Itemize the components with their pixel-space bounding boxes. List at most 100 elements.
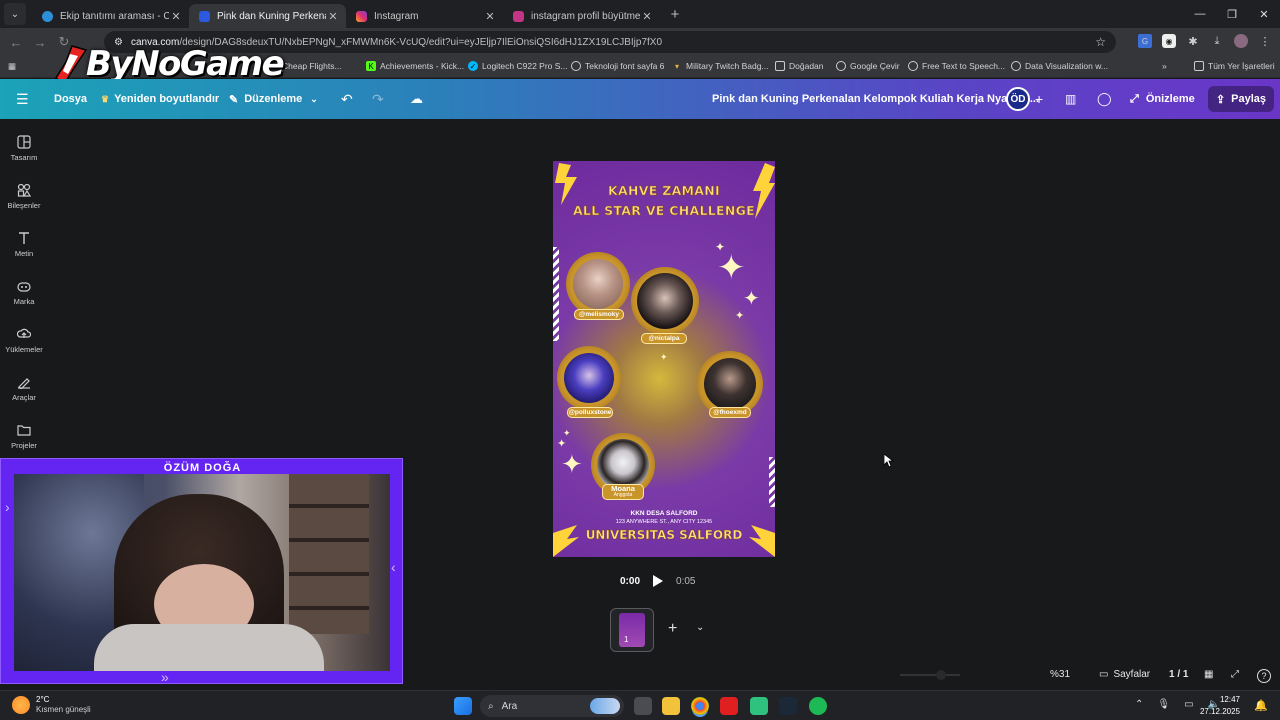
- download-icon[interactable]: ⤓: [1210, 34, 1224, 48]
- sidebar-item-text[interactable]: Metin: [0, 231, 48, 258]
- sidebar-item-projects[interactable]: Projeler: [0, 423, 48, 450]
- new-tab-button[interactable]: +: [664, 6, 686, 23]
- help-icon[interactable]: ?: [1257, 669, 1271, 683]
- bookmark-label: Doğadan: [789, 61, 824, 71]
- profile-avatar-icon[interactable]: [1234, 34, 1248, 48]
- close-tab-icon[interactable]: ✕: [169, 10, 183, 23]
- comment-icon[interactable]: ◯: [1097, 79, 1112, 119]
- streamer-name: ÖZÜM DOĞA: [163, 462, 242, 474]
- grid-view-icon[interactable]: ▦: [1204, 669, 1213, 680]
- chrome-icon[interactable]: [691, 697, 709, 715]
- weather-widget[interactable]: 2°C Kısmen güneşli: [12, 695, 91, 715]
- all-bookmarks-folder[interactable]: Tüm Yer İşaretleri: [1194, 61, 1275, 71]
- system-clock[interactable]: 12:47 27.12.2025: [1200, 694, 1240, 718]
- bookmark-star-icon[interactable]: ☆: [1095, 35, 1106, 49]
- bookmark-item[interactable]: K Achievements - Kick...: [366, 61, 464, 71]
- zoom-slider[interactable]: [900, 670, 960, 680]
- bookmark-item[interactable]: Google Çevir: [836, 61, 900, 71]
- windows-start-icon[interactable]: [454, 697, 472, 715]
- bookmark-item[interactable]: ▾ Military Twitch Badg...: [672, 61, 769, 71]
- minimize-icon[interactable]: —: [1184, 0, 1216, 28]
- youtube-icon[interactable]: [720, 697, 738, 715]
- task-view-icon[interactable]: [634, 697, 652, 715]
- sidebar-item-uploads[interactable]: Yüklemeler: [0, 327, 48, 354]
- page-counter[interactable]: 1 / 1: [1169, 669, 1188, 680]
- apps-icon[interactable]: ▦: [8, 61, 16, 72]
- restore-icon[interactable]: ❐: [1216, 0, 1248, 28]
- resize-label: Yeniden boyutlandır: [114, 93, 220, 105]
- sidebar-item-design[interactable]: Tasarım: [0, 135, 48, 162]
- redo-icon[interactable]: ↷: [372, 79, 384, 119]
- spotify-icon[interactable]: [809, 697, 827, 715]
- user-avatar[interactable]: ÖD: [1006, 87, 1030, 111]
- notification-bell-icon[interactable]: 🔔: [1254, 699, 1268, 712]
- translate-icon[interactable]: G: [1138, 34, 1152, 48]
- edit-mode-dropdown[interactable]: ✎ Düzenleme ⌄: [229, 79, 318, 119]
- sidebar-item-tools[interactable]: Araçlar: [0, 375, 48, 402]
- zoom-slider-thumb[interactable]: [936, 670, 946, 680]
- preview-button[interactable]: ⤢ Önizleme: [1130, 79, 1195, 119]
- cloud-saved-icon[interactable]: ☁: [410, 79, 423, 119]
- webcam-overlay: ÖZÜM DOĞA › ‹ »: [0, 458, 403, 684]
- forward-icon[interactable]: →: [28, 35, 52, 50]
- display-icon[interactable]: ▭: [1184, 699, 1193, 710]
- steam-icon[interactable]: [779, 697, 797, 715]
- page-thumbnail[interactable]: 1: [610, 608, 654, 652]
- sparkle-icon: ✦: [563, 428, 571, 438]
- page-thumbnail-preview: [619, 613, 645, 647]
- canva-toolbar: ☰ Dosya ♛ Yeniden boyutlandır ✎ Düzenleme ⌄…: [0, 79, 1280, 119]
- extension-icon[interactable]: ◉: [1162, 34, 1176, 48]
- puzzle-icon[interactable]: ✱: [1186, 34, 1200, 48]
- decorative-stripe: [769, 457, 775, 507]
- browser-tab[interactable]: instagram profil büyütme insta ✕: [503, 4, 660, 28]
- close-tab-icon[interactable]: ✕: [483, 10, 497, 23]
- resize-button[interactable]: ♛ Yeniden boyutlandır: [101, 79, 219, 119]
- browser-menu-icon[interactable]: ⋮: [1258, 34, 1272, 48]
- share-button[interactable]: ⇪ Paylaş: [1208, 86, 1274, 112]
- windows-taskbar: 2°C Kısmen güneşli ⌕ Ara ⌃ 🎙 ▭ 🔈 12:47 2…: [0, 690, 1280, 720]
- sidebar-item-brand[interactable]: Marka: [0, 279, 48, 306]
- file-explorer-icon[interactable]: [662, 697, 680, 715]
- webcam-feed: [14, 474, 390, 671]
- hamburger-menu-icon[interactable]: ☰: [16, 79, 29, 119]
- more-bookmarks-button[interactable]: »: [1162, 61, 1167, 71]
- tab-search-button[interactable]: ⌄: [4, 3, 26, 25]
- file-menu-button[interactable]: Dosya: [54, 79, 87, 119]
- zoom-level[interactable]: %31: [1050, 669, 1070, 680]
- bookmark-item[interactable]: Free Text to Speech...: [908, 61, 1005, 71]
- undo-icon[interactable]: ↶: [341, 79, 353, 119]
- bookmark-item[interactable]: Data Visualization w...: [1011, 61, 1108, 71]
- kick-icon: K: [366, 61, 376, 71]
- browser-tab-active[interactable]: Pink dan Kuning Perkenalan Kel ✕: [189, 4, 346, 28]
- add-collaborator-icon[interactable]: +: [1035, 79, 1043, 119]
- pages-button[interactable]: ▭ Sayfalar: [1099, 669, 1150, 680]
- bookmark-item[interactable]: Cheap Flights...: [282, 61, 342, 71]
- insights-chart-icon[interactable]: ▥: [1065, 79, 1076, 119]
- back-icon[interactable]: ←: [4, 35, 28, 50]
- sidebar-item-label: Araçlar: [12, 393, 36, 402]
- browser-tab[interactable]: Instagram ✕: [346, 4, 503, 28]
- tray-chevron-up-icon[interactable]: ⌃: [1135, 699, 1143, 710]
- bookmark-label: Military Twitch Badg...: [686, 61, 769, 71]
- fullscreen-icon[interactable]: ⤢: [1231, 669, 1239, 680]
- sidebar-item-elements[interactable]: Bileşenler: [0, 183, 48, 210]
- tab-title: Pink dan Kuning Perkenalan Kel: [217, 10, 326, 22]
- bookmark-item[interactable]: Teknoloji font sayfa 6: [571, 61, 664, 71]
- microphone-icon[interactable]: 🎙: [1157, 699, 1170, 710]
- close-tab-icon[interactable]: ✕: [326, 10, 340, 23]
- bookmark-folder[interactable]: Doğadan: [775, 61, 824, 71]
- app-icon[interactable]: [750, 697, 768, 715]
- play-icon[interactable]: [652, 574, 664, 588]
- design-page[interactable]: KAHVE ZAMANI ALL STAR VE CHALLENGE ✦ ✦ ✦…: [553, 161, 775, 557]
- close-window-icon[interactable]: ✕: [1248, 0, 1280, 28]
- page-options-chevron-icon[interactable]: ⌄: [696, 622, 704, 633]
- taskbar-search[interactable]: ⌕ Ara: [480, 695, 624, 717]
- document-title[interactable]: Pink dan Kuning Perkenalan Kelompok Kuli…: [712, 79, 1039, 119]
- browser-tab[interactable]: Ekip tanıtımı araması - Canva ✕: [32, 4, 189, 28]
- bookmark-item[interactable]: ✓ Logitech C922 Pro S...: [468, 61, 568, 71]
- add-page-button[interactable]: +: [668, 620, 677, 638]
- profile-handle: @melismoky: [574, 309, 624, 320]
- close-tab-icon[interactable]: ✕: [640, 10, 654, 23]
- sidebar-item-label: Marka: [13, 297, 35, 306]
- person-hoodie: [94, 624, 324, 671]
